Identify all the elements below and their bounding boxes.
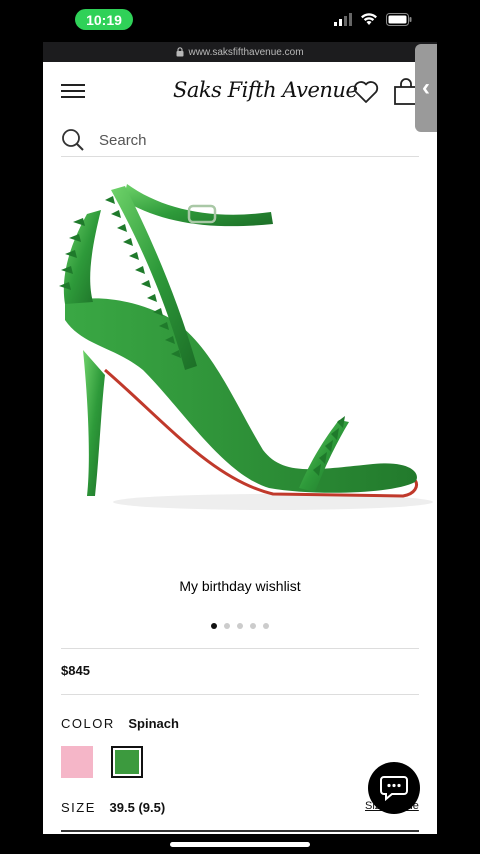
- swatch-pink[interactable]: [61, 746, 93, 778]
- carousel-dot[interactable]: [237, 623, 243, 629]
- overlay-caption: My birthday wishlist: [179, 578, 301, 594]
- search-icon: [62, 129, 84, 151]
- color-value: Spinach: [128, 716, 179, 731]
- site-header: Saks Fifth Avenue: [43, 62, 437, 120]
- chat-button[interactable]: [368, 762, 420, 814]
- address-bar[interactable]: www.saksfifthavenue.com: [43, 42, 437, 62]
- divider: [61, 694, 419, 695]
- product-image[interactable]: My birthday wishlist: [43, 170, 437, 610]
- status-icons: [334, 12, 412, 26]
- lock-icon: [176, 47, 184, 57]
- battery-icon: [386, 12, 412, 26]
- status-bar: 10:19: [0, 0, 480, 42]
- size-label: SIZE: [61, 800, 96, 815]
- home-indicator[interactable]: [170, 842, 310, 847]
- size-row: SIZE 39.5 (9.5): [61, 800, 165, 815]
- swatch-spinach[interactable]: [111, 746, 143, 778]
- carousel-dot[interactable]: [263, 623, 269, 629]
- carousel-dot[interactable]: [211, 623, 217, 629]
- wishlist-heart-icon[interactable]: [353, 80, 379, 104]
- wifi-icon: [361, 13, 377, 25]
- divider: [61, 648, 419, 649]
- url-text: www.saksfifthavenue.com: [188, 46, 304, 58]
- status-time: 10:19: [75, 9, 133, 30]
- color-label: COLOR: [61, 716, 115, 731]
- search-input[interactable]: Search: [99, 132, 147, 149]
- side-panel-tab[interactable]: ‹: [415, 44, 437, 132]
- site-logo[interactable]: Saks Fifth Avenue: [173, 78, 358, 102]
- chevron-left-icon: ‹: [422, 74, 430, 101]
- green-sandal-illustration: [59, 184, 433, 510]
- menu-icon[interactable]: [61, 84, 85, 102]
- image-carousel-dots[interactable]: [211, 623, 269, 629]
- carousel-dot[interactable]: [224, 623, 230, 629]
- chat-bubble-icon: [380, 776, 408, 801]
- web-page: Saks Fifth Avenue Search My birthday wis…: [43, 62, 437, 834]
- product-price: $845: [61, 663, 90, 678]
- divider: [61, 830, 419, 832]
- color-row: COLOR Spinach: [61, 716, 179, 731]
- cellular-signal-icon: [334, 13, 352, 26]
- size-value: 39.5 (9.5): [109, 800, 166, 815]
- search-bar[interactable]: Search: [61, 124, 419, 157]
- carousel-dot[interactable]: [250, 623, 256, 629]
